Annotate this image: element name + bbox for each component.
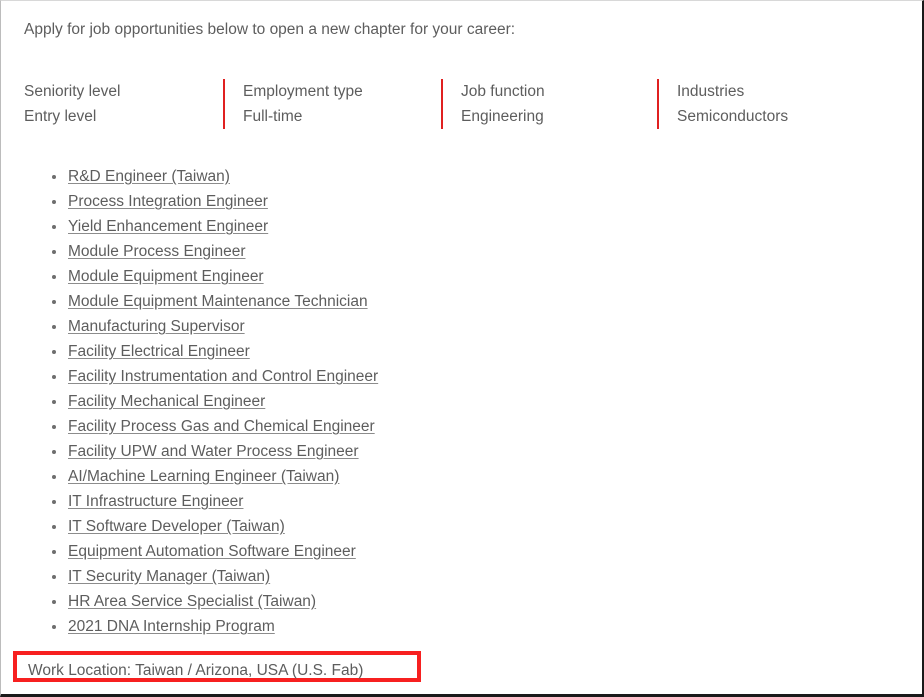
job-link[interactable]: R&D Engineer (Taiwan) (68, 168, 230, 185)
facet-value: Full-time (243, 108, 303, 125)
work-location-text: Work Location: Taiwan / Arizona, USA (U.… (28, 662, 364, 679)
job-opportunity-list: R&D Engineer (Taiwan) Process Integratio… (1, 164, 378, 639)
list-item: HR Area Service Specialist (Taiwan) (1, 589, 378, 614)
facet-label: Job function (461, 83, 545, 100)
list-item: Module Process Engineer (1, 239, 378, 264)
facet-value: Semiconductors (677, 108, 789, 125)
job-posting-page: Apply for job opportunities below to ope… (0, 0, 924, 697)
bullet-icon (52, 300, 56, 304)
facet-seniority-level: Seniority level Entry level (24, 79, 223, 129)
list-item: Facility Process Gas and Chemical Engine… (1, 414, 378, 439)
list-item: IT Security Manager (Taiwan) (1, 564, 378, 589)
facet-value: Entry level (24, 108, 97, 125)
job-link[interactable]: Facility Instrumentation and Control Eng… (68, 368, 378, 385)
bullet-icon (52, 600, 56, 604)
list-item: Manufacturing Supervisor (1, 314, 378, 339)
bullet-icon (52, 450, 56, 454)
facet-label: Industries (677, 83, 745, 100)
list-item: Process Integration Engineer (1, 189, 378, 214)
job-link[interactable]: Module Equipment Maintenance Technician (68, 293, 368, 310)
job-link[interactable]: AI/Machine Learning Engineer (Taiwan) (68, 468, 339, 485)
list-item: IT Software Developer (Taiwan) (1, 514, 378, 539)
job-link[interactable]: IT Security Manager (Taiwan) (68, 568, 270, 585)
list-item: 2021 DNA Internship Program (1, 614, 378, 639)
job-link[interactable]: Facility Mechanical Engineer (68, 393, 265, 410)
list-item: Facility Electrical Engineer (1, 339, 378, 364)
list-item: Facility UPW and Water Process Engineer (1, 439, 378, 464)
list-item: AI/Machine Learning Engineer (Taiwan) (1, 464, 378, 489)
bullet-icon (52, 200, 56, 204)
facet-industries: Industries Semiconductors (657, 79, 857, 129)
bullet-icon (52, 250, 56, 254)
job-link[interactable]: 2021 DNA Internship Program (68, 618, 275, 635)
job-link[interactable]: Facility Electrical Engineer (68, 343, 250, 360)
job-link[interactable]: Module Process Engineer (68, 243, 246, 260)
list-item: Yield Enhancement Engineer (1, 214, 378, 239)
job-link[interactable]: Manufacturing Supervisor (68, 318, 245, 335)
list-item: Equipment Automation Software Engineer (1, 539, 378, 564)
list-item: R&D Engineer (Taiwan) (1, 164, 378, 189)
job-link[interactable]: Equipment Automation Software Engineer (68, 543, 356, 560)
bullet-icon (52, 275, 56, 279)
job-link[interactable]: IT Software Developer (Taiwan) (68, 518, 285, 535)
bullet-icon (52, 475, 56, 479)
bullet-icon (52, 325, 56, 329)
list-item: Facility Mechanical Engineer (1, 389, 378, 414)
job-link[interactable]: Process Integration Engineer (68, 193, 268, 210)
bullet-icon (52, 425, 56, 429)
bullet-icon (52, 175, 56, 179)
job-link[interactable]: Module Equipment Engineer (68, 268, 264, 285)
work-location-highlight-box: Work Location: Taiwan / Arizona, USA (U.… (13, 651, 421, 682)
facet-label: Seniority level (24, 83, 121, 100)
bullet-icon (52, 350, 56, 354)
bullet-icon (52, 400, 56, 404)
job-link[interactable]: HR Area Service Specialist (Taiwan) (68, 593, 316, 610)
facet-label: Employment type (243, 83, 363, 100)
facet-row: Seniority level Entry level Employment t… (24, 79, 857, 129)
bullet-icon (52, 375, 56, 379)
list-item: Module Equipment Maintenance Technician (1, 289, 378, 314)
bullet-icon (52, 550, 56, 554)
job-link[interactable]: Facility UPW and Water Process Engineer (68, 443, 359, 460)
facet-value: Engineering (461, 108, 544, 125)
job-link[interactable]: Facility Process Gas and Chemical Engine… (68, 418, 375, 435)
list-item: IT Infrastructure Engineer (1, 489, 378, 514)
job-link[interactable]: Yield Enhancement Engineer (68, 218, 268, 235)
intro-text: Apply for job opportunities below to ope… (24, 21, 516, 38)
bullet-icon (52, 525, 56, 529)
bullet-icon (52, 500, 56, 504)
facet-job-function: Job function Engineering (441, 79, 657, 129)
facet-employment-type: Employment type Full-time (223, 79, 441, 129)
bullet-icon (52, 225, 56, 229)
bullet-icon (52, 625, 56, 629)
bullet-icon (52, 575, 56, 579)
job-link[interactable]: IT Infrastructure Engineer (68, 493, 243, 510)
list-item: Facility Instrumentation and Control Eng… (1, 364, 378, 389)
list-item: Module Equipment Engineer (1, 264, 378, 289)
